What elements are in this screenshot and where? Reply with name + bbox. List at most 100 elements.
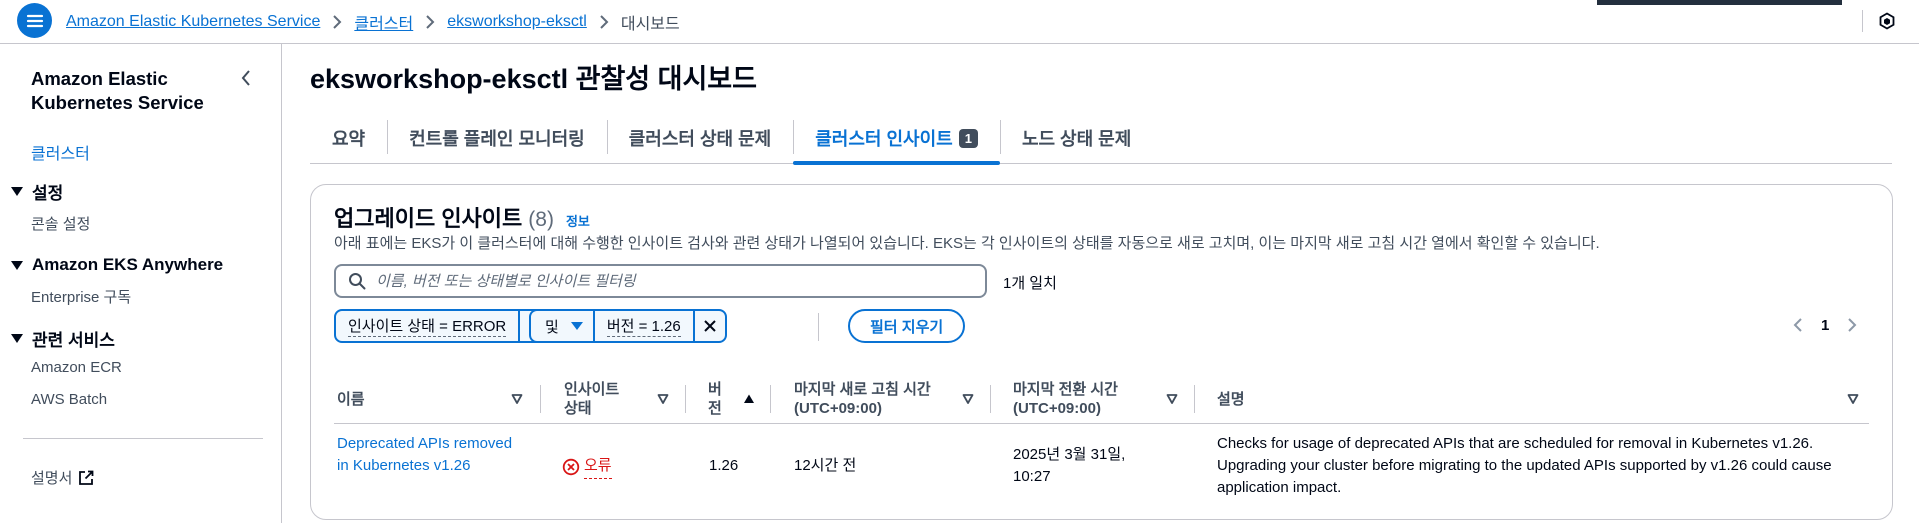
column-label: 이름 bbox=[337, 390, 365, 408]
count-badge: 1 bbox=[958, 128, 978, 148]
column-header-status[interactable]: 인사이트 상태 bbox=[564, 371, 636, 427]
column-divider bbox=[685, 385, 686, 413]
column-label: 마지막 새로 고침 시간 (UTC+09:00) bbox=[794, 381, 931, 417]
sidebar-divider bbox=[23, 438, 263, 439]
operation-label: 및 bbox=[545, 318, 559, 336]
operation-select[interactable]: 및 bbox=[531, 311, 595, 341]
breadcrumb-current: 대시보드 bbox=[620, 16, 680, 33]
description-cell: Checks for usage of deprecated APIs that… bbox=[1217, 435, 1832, 496]
column-header-description[interactable]: 설명 bbox=[1217, 371, 1417, 427]
breadcrumb-link-cluster[interactable]: eksworkshop-eksctl bbox=[447, 13, 587, 31]
column-header-last-refresh[interactable]: 마지막 새로 고침 시간 (UTC+09:00) bbox=[794, 371, 974, 427]
sidebar-section-eks-anywhere[interactable]: Amazon EKS Anywhere bbox=[11, 255, 223, 275]
error-icon bbox=[562, 458, 580, 476]
search-icon bbox=[349, 273, 366, 290]
caret-down-icon bbox=[570, 322, 583, 330]
container-header: 업그레이드 인사이트 (8) 정보 bbox=[334, 201, 590, 233]
tab-label: 컨트롤 플레인 모니터링 bbox=[409, 129, 585, 149]
tab-label: 클러스터 인사이트 bbox=[815, 129, 953, 149]
property-filter[interactable] bbox=[334, 264, 987, 298]
sidebar-item-ecr[interactable]: Amazon ECR bbox=[31, 359, 122, 376]
breadcrumb: Amazon Elastic Kubernetes Service 클러스터 e… bbox=[66, 10, 680, 34]
pagination: 1 bbox=[1789, 315, 1861, 335]
sidebar-docs-label: 설명서 bbox=[31, 470, 73, 487]
sidebar-item-documentation[interactable]: 설명서 bbox=[31, 467, 94, 488]
sidebar-section-related-services[interactable]: 관련 서비스 bbox=[11, 326, 115, 351]
sidebar-title[interactable]: Amazon Elastic Kubernetes Service bbox=[31, 67, 231, 115]
chevron-right-icon bbox=[425, 15, 435, 29]
tab-control-plane-monitoring[interactable]: 컨트롤 플레인 모니터링 bbox=[387, 114, 607, 162]
column-divider bbox=[540, 385, 541, 413]
status-cell: 오류 bbox=[562, 455, 612, 479]
chevron-right-icon bbox=[332, 15, 342, 29]
column-divider bbox=[770, 385, 771, 413]
column-label: 마지막 전환 시간 (UTC+09:00) bbox=[1013, 381, 1118, 417]
filter-divider bbox=[818, 313, 819, 341]
tab-cluster-insights[interactable]: 클러스터 인사이트 1 bbox=[793, 114, 1000, 165]
column-header-last-transition[interactable]: 마지막 전환 시간 (UTC+09:00) bbox=[1013, 371, 1183, 427]
caret-down-icon bbox=[11, 334, 23, 343]
filter-token-label[interactable]: 버전 = 1.26 bbox=[595, 311, 693, 341]
tab-label: 노드 상태 문제 bbox=[1021, 129, 1132, 149]
sidebar-section-settings[interactable]: 설정 bbox=[11, 179, 63, 204]
sidebar-item-enterprise[interactable]: Enterprise 구독 bbox=[31, 286, 131, 307]
insights-count: (8) bbox=[528, 208, 554, 231]
match-count: 1개 일치 bbox=[1003, 275, 1057, 292]
token-text: 버전 = 1.26 bbox=[606, 315, 681, 337]
chevron-right-icon[interactable] bbox=[1843, 315, 1861, 335]
column-divider bbox=[990, 385, 991, 413]
external-link-icon bbox=[79, 470, 94, 485]
sidebar-section-label: Amazon EKS Anywhere bbox=[32, 255, 224, 274]
column-divider bbox=[1194, 385, 1195, 413]
breadcrumb-link-clusters[interactable]: 클러스터 bbox=[354, 10, 413, 34]
status-indicator-error[interactable]: 오류 bbox=[562, 455, 612, 479]
tab-node-health-issues[interactable]: 노드 상태 문제 bbox=[999, 114, 1153, 162]
last-refresh-cell: 12시간 전 bbox=[794, 457, 857, 474]
tab-label: 클러스터 상태 문제 bbox=[628, 129, 772, 149]
tab-label: 요약 bbox=[332, 129, 366, 149]
sort-icon[interactable] bbox=[1847, 393, 1859, 405]
sort-icon[interactable] bbox=[511, 393, 523, 405]
column-header-version[interactable]: 버전 bbox=[708, 371, 728, 427]
filter-token-label[interactable]: 인사이트 상태 = ERROR bbox=[336, 311, 518, 341]
version-cell: 1.26 bbox=[709, 457, 739, 474]
cube-icon[interactable] bbox=[1876, 10, 1898, 32]
filter-token-status: 인사이트 상태 = ERROR bbox=[334, 309, 553, 343]
chevron-right-icon bbox=[599, 15, 609, 29]
container-title: 업그레이드 인사이트 bbox=[334, 206, 523, 231]
last-transition-cell: 2025년 3월 31일, 10:27 bbox=[1013, 446, 1126, 485]
column-label: 인사이트 상태 bbox=[564, 381, 620, 417]
sidebar-section-label: 설정 bbox=[32, 184, 64, 203]
sort-icon[interactable] bbox=[657, 393, 669, 405]
container-description: 아래 표에는 EKS가 이 클러스터에 대해 수행한 인사이트 검사와 관련 상… bbox=[334, 235, 1600, 252]
top-navigation-bar: Amazon Elastic Kubernetes Service 클러스터 e… bbox=[0, 0, 1919, 44]
breadcrumb-link-eks[interactable]: Amazon Elastic Kubernetes Service bbox=[66, 13, 320, 31]
caret-down-icon bbox=[11, 260, 23, 270]
menu-button[interactable] bbox=[17, 3, 52, 38]
tab-list: 요약 컨트롤 플레인 모니터링 클러스터 상태 문제 클러스터 인사이트 1 노드… bbox=[310, 114, 1892, 165]
page-number[interactable]: 1 bbox=[1821, 317, 1829, 334]
table-header-divider bbox=[334, 423, 1869, 424]
chevron-left-icon[interactable] bbox=[1789, 315, 1807, 335]
sort-icon[interactable] bbox=[743, 393, 755, 405]
remove-token-button[interactable] bbox=[692, 311, 725, 341]
tab-cluster-health-issues[interactable]: 클러스터 상태 문제 bbox=[606, 114, 793, 162]
token-text: 인사이트 상태 = ERROR bbox=[348, 315, 507, 337]
menu-icon bbox=[26, 14, 43, 27]
upgrade-insights-container: 업그레이드 인사이트 (8) 정보 아래 표에는 EKS가 이 클러스터에 대해… bbox=[310, 184, 1893, 520]
sidebar-item-batch[interactable]: AWS Batch bbox=[31, 391, 107, 408]
insight-name-link[interactable]: Deprecated APIs removed in Kubernetes v1… bbox=[337, 433, 517, 477]
status-text: 오류 bbox=[584, 455, 612, 479]
sort-icon[interactable] bbox=[1166, 393, 1178, 405]
clear-filters-button[interactable]: 필터 지우기 bbox=[848, 309, 966, 343]
sort-icon[interactable] bbox=[962, 393, 974, 405]
column-header-name[interactable]: 이름 bbox=[337, 371, 497, 427]
tab-summary[interactable]: 요약 bbox=[310, 114, 387, 162]
sidebar-item-clusters[interactable]: 클러스터 bbox=[31, 140, 90, 164]
sidebar-item-console-settings[interactable]: 콘솔 설정 bbox=[31, 213, 90, 234]
column-label: 설명 bbox=[1217, 390, 1245, 408]
chevron-left-icon[interactable] bbox=[240, 68, 256, 88]
info-link[interactable]: 정보 bbox=[566, 211, 590, 230]
column-label: 버전 bbox=[708, 381, 722, 417]
search-input[interactable] bbox=[376, 272, 956, 290]
